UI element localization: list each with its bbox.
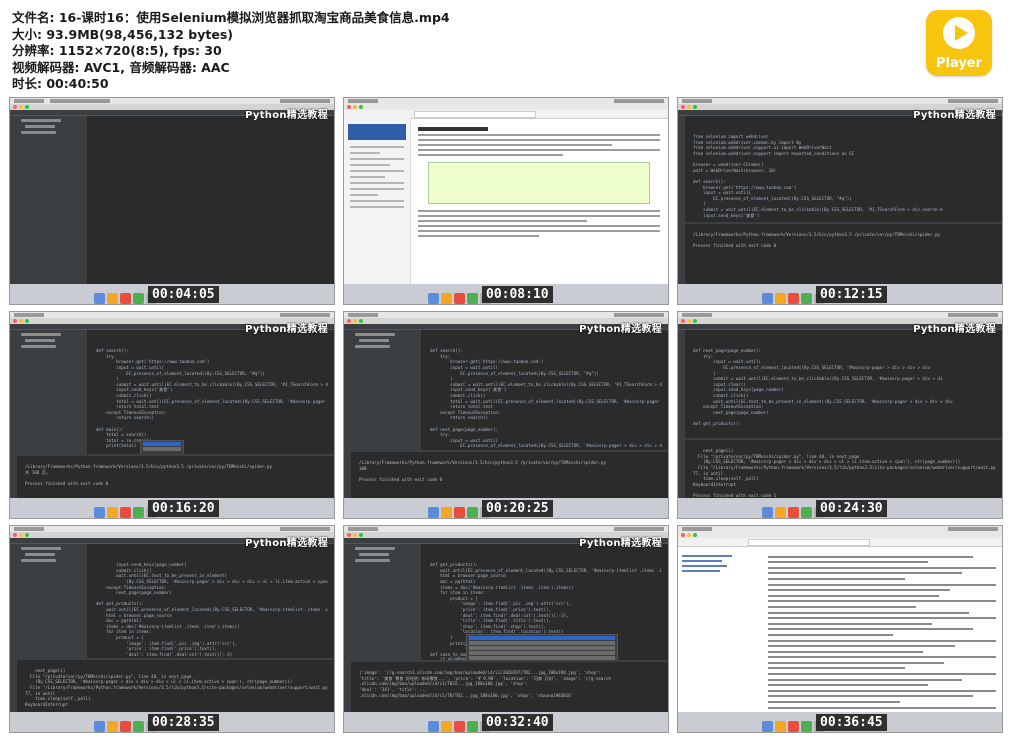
dock: 00:08:10: [344, 284, 668, 304]
timestamp: 00:32:40: [482, 714, 553, 731]
browser-window: [678, 538, 1002, 731]
timestamp: 00:08:10: [482, 286, 553, 303]
timestamp: 00:36:45: [816, 714, 887, 731]
dock: 00:32:40: [344, 712, 668, 732]
code-text: def search(): try: browser.get('https://…: [96, 348, 328, 459]
file-info-panel: 文件名: 16-课时16：使用Selenium模拟浏览器抓取淘宝商品美食信息.m…: [12, 10, 892, 93]
watermark: Python精选教程: [579, 324, 662, 335]
dock: 00:04:05: [10, 284, 334, 304]
console-output: {'image': '//g-search1.alicdn.com/img/ba…: [359, 670, 611, 698]
code-text: from selenium import webdriver from sele…: [693, 134, 943, 218]
thumbnail-1[interactable]: Python精选教程 00:04:05: [9, 97, 335, 305]
watermark: Python精选教程: [913, 110, 996, 121]
timestamp: 00:24:30: [816, 500, 887, 517]
timestamp: 00:20:25: [482, 500, 553, 517]
watermark: Python精选教程: [579, 538, 662, 549]
file-name: 文件名: 16-课时16：使用Selenium模拟浏览器抓取淘宝商品美食信息.m…: [12, 10, 450, 25]
thumbnail-7[interactable]: input.send_keys(page_number) submit.clic…: [9, 525, 335, 733]
timestamp: 00:12:15: [816, 286, 887, 303]
code-editor: [88, 116, 334, 284]
player-logo-label: Player: [935, 56, 983, 71]
watermark: Python精选教程: [245, 538, 328, 549]
run-console: next_page(i) File "/private/var/py/TBMei…: [17, 658, 334, 718]
dock: 00:24:30: [678, 498, 1002, 518]
watermark: Python精选教程: [913, 324, 996, 335]
thumbnail-2[interactable]: 00:08:10: [343, 97, 669, 305]
run-console: {'image': '//g-search1.alicdn.com/img/ba…: [351, 660, 668, 712]
thumbnail-3[interactable]: from selenium import webdriver from sele…: [677, 97, 1003, 305]
file-duration: 时长: 00:40:50: [12, 76, 109, 91]
file-resolution: 分辨率: 1152×720(8:5), fps: 30: [12, 43, 222, 58]
player-logo: Player: [926, 10, 992, 76]
console-output: /Library/Frameworks/Python.framework/Ver…: [693, 232, 941, 249]
file-codecs: 视频解码器: AVC1, 音频解码器: AAC: [12, 59, 230, 75]
timestamp: 00:04:05: [148, 286, 219, 303]
play-icon: [943, 17, 975, 49]
timestamp: 00:16:20: [148, 500, 219, 517]
code-text: def search(): try: browser.get('https://…: [430, 348, 662, 465]
thumbnail-5[interactable]: def search(): try: browser.get('https://…: [343, 311, 669, 519]
timestamp: 00:28:35: [148, 714, 219, 731]
dock: 00:16:20: [10, 498, 334, 518]
console-output: next_page(i) File "/private/var/py/TBMei…: [25, 668, 328, 718]
console-output: /Library/Frameworks/Python.framework/Ver…: [25, 464, 273, 486]
doc-content: [418, 124, 660, 240]
console-output: next_page(i) File "/private/var/py/TBMei…: [693, 448, 996, 498]
doc-sidebar: [344, 118, 411, 284]
thumbnail-9[interactable]: 00:36:45: [677, 525, 1003, 733]
dock: 00:28:35: [10, 712, 334, 732]
dock: 00:36:45: [678, 712, 1002, 732]
doc-content: [768, 552, 996, 732]
doc-nav-links: [682, 552, 762, 575]
thumbnail-6[interactable]: def next_page(page_number): try: input =…: [677, 311, 1003, 519]
watermark: Python精选教程: [245, 110, 328, 121]
dock: 00:12:15: [678, 284, 1002, 304]
thumbnail-8[interactable]: def get_products(): wait.until(EC.presen…: [343, 525, 669, 733]
url-bar[interactable]: [678, 538, 1002, 547]
watermark: Python精选教程: [245, 324, 328, 335]
run-console: /Library/Frameworks/Python.framework/Ver…: [685, 222, 1002, 284]
browser-window: [344, 110, 668, 284]
file-size: 大小: 93.9MB(98,456,132 bytes): [12, 26, 234, 42]
console-output: /Library/Frameworks/Python.framework/Ver…: [359, 460, 607, 482]
thumbnail-4[interactable]: def search(): try: browser.get('https://…: [9, 311, 335, 519]
run-console: /Library/Frameworks/Python.framework/Ver…: [17, 454, 334, 498]
run-console: /Library/Frameworks/Python.framework/Ver…: [351, 450, 668, 498]
run-console: next_page(i) File "/private/var/py/TBMei…: [685, 438, 1002, 498]
project-tree: [17, 116, 88, 284]
dock: 00:20:25: [344, 498, 668, 518]
